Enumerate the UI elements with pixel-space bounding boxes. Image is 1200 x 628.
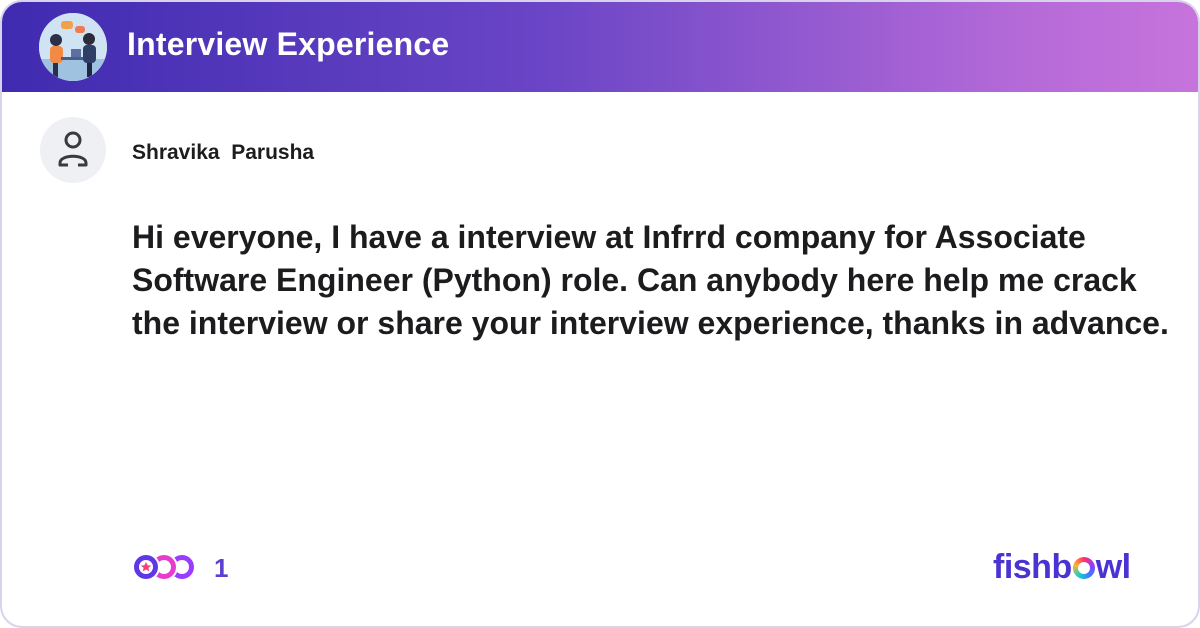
brand-text-suffix: wl: [1095, 548, 1131, 586]
page-title: Interview Experience: [127, 26, 450, 62]
brand-o-icon: [1072, 557, 1095, 579]
avatar[interactable]: [40, 117, 106, 183]
author-name[interactable]: Shravika Parusha: [132, 141, 314, 165]
fishbowl-logo[interactable]: fishb wl: [993, 548, 1133, 588]
user-placeholder-icon: [58, 131, 88, 167]
reaction-stack-icon: [132, 553, 196, 581]
brand-text-prefix: fishb: [993, 548, 1072, 586]
reaction-count: 1: [214, 553, 229, 583]
header-bar: Interview Experience: [2, 2, 1198, 92]
post-card: Interview Experience Shravika Parusha Hi…: [0, 0, 1200, 628]
interview-illustration-icon: [39, 13, 107, 81]
reactions-stack[interactable]: [132, 551, 200, 583]
post-body: Hi everyone, I have a interview at Infrr…: [132, 219, 1169, 341]
